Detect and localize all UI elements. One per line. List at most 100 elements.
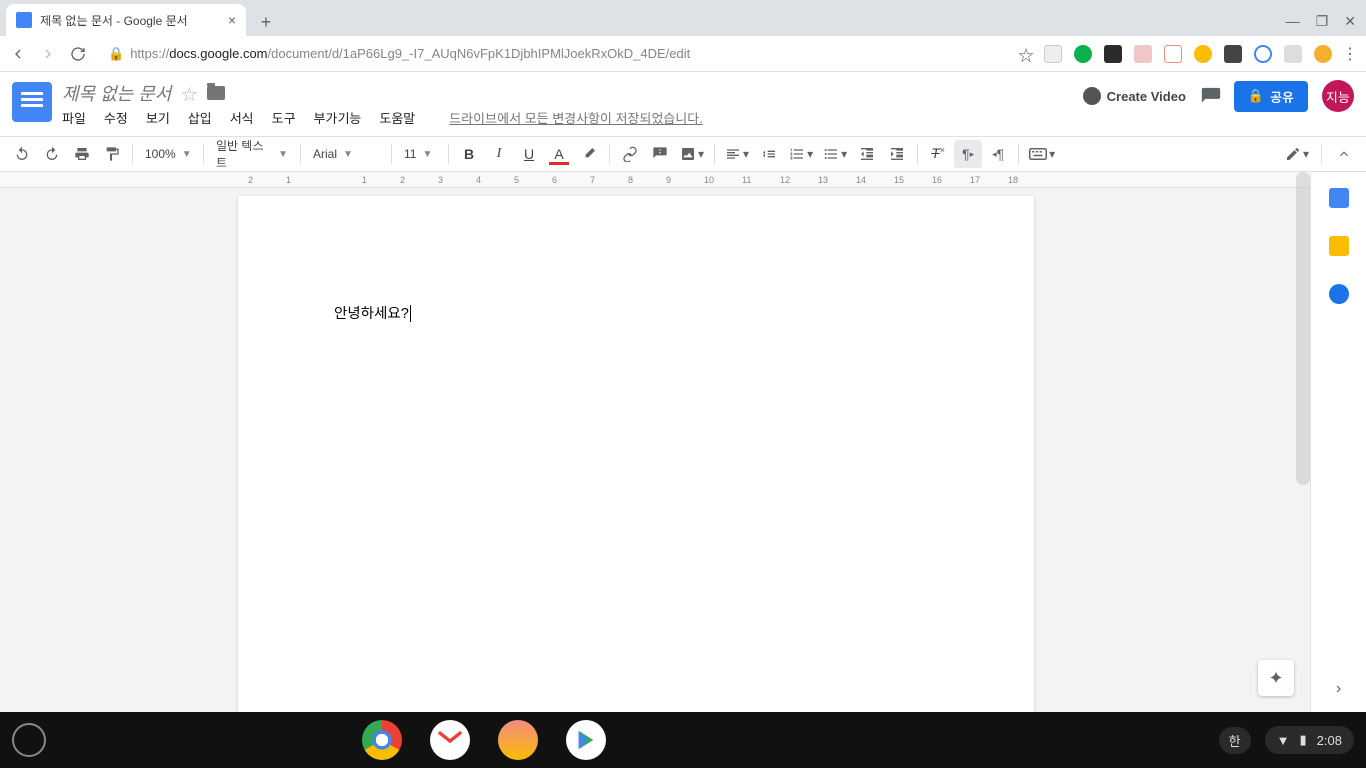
underline-button[interactable]: U [515, 140, 543, 168]
create-video-button[interactable]: Create Video [1083, 87, 1186, 105]
docs-logo-icon[interactable] [12, 82, 52, 122]
launcher-button[interactable] [12, 723, 46, 757]
browser-menu-icon[interactable]: ⋮ [1342, 44, 1358, 64]
keep-app-icon[interactable] [1329, 236, 1349, 256]
document-text[interactable]: 안녕하세요? [334, 306, 409, 322]
rtl-button[interactable]: ◂¶ [984, 140, 1012, 168]
play-store-app-icon[interactable] [566, 720, 606, 760]
extension-icon[interactable] [1164, 45, 1182, 63]
redo-button[interactable] [38, 140, 66, 168]
docs-header: 제목 없는 문서 ☆ 파일 수정 보기 삽입 서식 도구 부가기능 도움말 드라… [0, 72, 1366, 136]
move-folder-icon[interactable] [207, 86, 225, 100]
explore-button[interactable]: ✦ [1258, 660, 1294, 696]
tasks-app-icon[interactable] [1329, 284, 1349, 304]
numbered-list-button[interactable]: ▾ [785, 140, 817, 168]
extension-icon[interactable] [1044, 45, 1062, 63]
extension-icon[interactable] [1284, 45, 1302, 63]
menu-help[interactable]: 도움말 [379, 108, 415, 127]
close-tab-icon[interactable]: × [228, 12, 236, 28]
text-color-button[interactable]: A [545, 140, 573, 168]
menu-tools[interactable]: 도구 [272, 108, 296, 127]
save-status[interactable]: 드라이브에서 모든 변경사항이 저장되었습니다. [449, 108, 703, 127]
extension-icon[interactable] [1314, 45, 1332, 63]
nav-reload-button[interactable] [68, 44, 88, 64]
window-close-icon[interactable]: ✕ [1344, 13, 1356, 30]
font-size-select[interactable]: 11▼ [398, 140, 442, 168]
insert-comment-button[interactable] [646, 140, 674, 168]
indent-increase-button[interactable] [883, 140, 911, 168]
menu-addons[interactable]: 부가기능 [314, 108, 362, 127]
undo-button[interactable] [8, 140, 36, 168]
collapse-toolbar-button[interactable] [1330, 140, 1358, 168]
document-page[interactable]: 안녕하세요? [238, 196, 1034, 712]
account-avatar[interactable]: 지능 [1322, 80, 1354, 112]
indent-decrease-button[interactable] [853, 140, 881, 168]
menu-format[interactable]: 서식 [230, 108, 254, 127]
camera-icon [1083, 87, 1101, 105]
paint-format-button[interactable] [98, 140, 126, 168]
menubar: 파일 수정 보기 삽입 서식 도구 부가기능 도움말 드라이브에서 모든 변경사… [62, 108, 703, 127]
bulleted-list-button[interactable]: ▾ [819, 140, 851, 168]
document-title[interactable]: 제목 없는 문서 [62, 80, 171, 106]
os-taskbar: 한 ▼ ▮ 2:08 [0, 712, 1366, 768]
nav-forward-button[interactable] [38, 44, 58, 64]
share-label: 공유 [1270, 87, 1294, 106]
menu-edit[interactable]: 수정 [104, 108, 128, 127]
font-family-select[interactable]: Arial▼ [307, 140, 385, 168]
menu-insert[interactable]: 삽입 [188, 108, 212, 127]
ime-indicator[interactable]: 한 [1219, 727, 1251, 754]
paragraph-style-select[interactable]: 일반 텍스트▼ [210, 140, 294, 168]
window-restore-icon[interactable]: ❐ [1316, 13, 1329, 30]
calendar-app-icon[interactable] [1329, 188, 1349, 208]
system-tray[interactable]: ▼ ▮ 2:08 [1265, 726, 1354, 754]
zoom-select[interactable]: 100%▼ [139, 140, 197, 168]
chrome-app-icon[interactable] [362, 720, 402, 760]
files-app-icon[interactable] [498, 720, 538, 760]
url-text: https://docs.google.com/document/d/1aP66… [130, 46, 690, 61]
insert-link-button[interactable] [616, 140, 644, 168]
comments-icon[interactable] [1200, 86, 1220, 106]
document-canvas[interactable]: 21123456789101112131415161718 안녕하세요? ✦ [0, 172, 1310, 712]
side-panel-toggle-icon[interactable]: › [1336, 680, 1341, 698]
address-field[interactable]: 🔒 https://docs.google.com/document/d/1aP… [98, 40, 1008, 68]
bold-button[interactable]: B [455, 140, 483, 168]
menu-view[interactable]: 보기 [146, 108, 170, 127]
create-video-label: Create Video [1107, 89, 1186, 104]
text-cursor [410, 305, 411, 322]
extension-icon[interactable] [1104, 45, 1122, 63]
extension-icon[interactable] [1224, 45, 1242, 63]
star-icon[interactable]: ☆ [181, 81, 197, 105]
gmail-app-icon[interactable] [430, 720, 470, 760]
browser-tab[interactable]: 제목 없는 문서 - Google 문서 × [6, 4, 246, 36]
insert-image-button[interactable]: ▾ [676, 140, 708, 168]
lock-icon: 🔒 [1248, 88, 1264, 104]
highlight-button[interactable] [575, 140, 603, 168]
italic-button[interactable]: I [485, 140, 513, 168]
tab-title: 제목 없는 문서 - Google 문서 [40, 12, 188, 29]
browser-tabstrip: 제목 없는 문서 - Google 문서 × + — ❐ ✕ [0, 0, 1366, 36]
horizontal-ruler[interactable]: 21123456789101112131415161718 [0, 172, 1310, 188]
clear-formatting-button[interactable]: T× [924, 140, 952, 168]
line-spacing-button[interactable] [755, 140, 783, 168]
vertical-scrollbar[interactable] [1296, 172, 1310, 485]
align-button[interactable]: ▾ [721, 140, 753, 168]
clock: 2:08 [1317, 733, 1342, 748]
bookmark-star-icon[interactable]: ☆ [1018, 42, 1034, 66]
docs-toolbar: 100%▼ 일반 텍스트▼ Arial▼ 11▼ B I U A ▾ ▾ ▾ ▾ [0, 136, 1366, 172]
extension-icon[interactable] [1134, 45, 1152, 63]
new-tab-button[interactable]: + [252, 8, 280, 36]
ltr-button[interactable]: ¶▸ [954, 140, 982, 168]
extension-icon[interactable] [1074, 45, 1092, 63]
extension-icon[interactable] [1194, 45, 1212, 63]
extension-icon[interactable] [1254, 45, 1272, 63]
side-panel: › [1310, 172, 1366, 712]
nav-back-button[interactable] [8, 44, 28, 64]
editing-mode-button[interactable]: ▾ [1281, 140, 1313, 168]
docs-favicon [16, 12, 32, 28]
input-tools-button[interactable]: ▾ [1025, 140, 1059, 168]
share-button[interactable]: 🔒 공유 [1234, 81, 1308, 112]
menu-file[interactable]: 파일 [62, 108, 86, 127]
wifi-icon: ▼ [1277, 733, 1290, 748]
print-button[interactable] [68, 140, 96, 168]
window-minimize-icon[interactable]: — [1286, 13, 1300, 30]
